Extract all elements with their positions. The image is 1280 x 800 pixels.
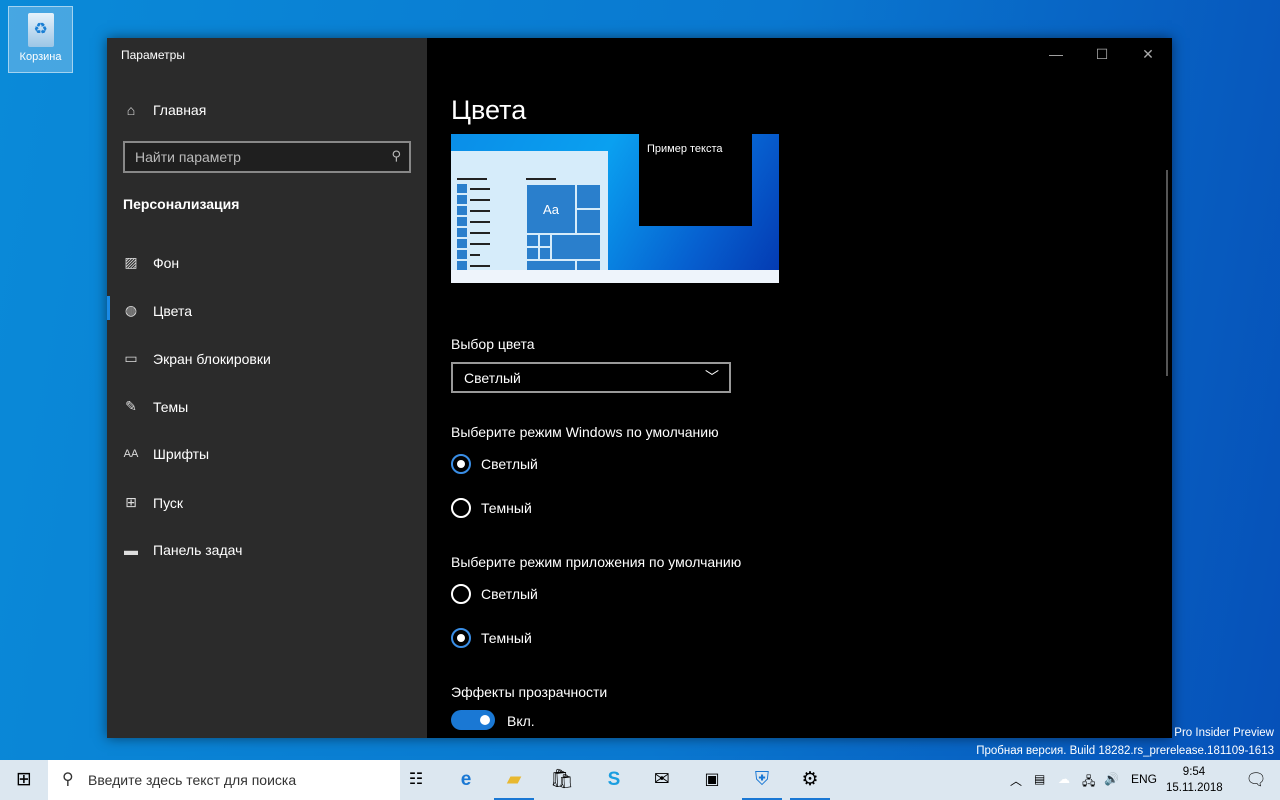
search-icon: ⚲ [62,771,74,788]
dropdown-value: Светлый [464,370,521,386]
volume-icon[interactable]: 🔊 [1104,772,1119,786]
theme-preview: Aa Пример текста [451,134,779,283]
action-center-icon[interactable]: 🗨 [1232,760,1280,800]
item-label: Экран блокировки [153,350,271,367]
sidebar-item-colors[interactable]: ◍ Цвета [123,302,192,319]
item-label: Шрифты [153,446,210,462]
sidebar-item-fonts[interactable]: AA Шрифты [123,446,209,462]
radio-label: Светлый [481,586,538,602]
watermark-edition: Pro Insider Preview [1174,727,1274,739]
search-placeholder: Найти параметр [135,149,241,165]
item-label: Пуск [153,494,184,511]
mail-icon[interactable]: ✉ [638,760,686,800]
home-label: Главная [153,102,207,118]
chevron-down-icon: ﹀ [705,369,719,385]
app-mode-light-radio[interactable]: Светлый [451,584,538,604]
page-title: Цвета [451,95,527,125]
selection-indicator [107,296,110,320]
store-icon[interactable]: 🛍 [538,760,586,800]
recycle-bin-label: Корзина [19,51,62,63]
radio-checked [451,628,471,648]
radio-unchecked [451,584,471,604]
toggle-state: Вкл. [507,713,535,729]
palette-icon: ◍ [124,302,138,318]
skype-icon[interactable]: S [590,760,638,800]
radio-unchecked [451,498,471,518]
sidebar: Параметры ⌂ Главная Найти параметр ⚲ Персо… [107,38,427,738]
settings-search-input[interactable]: Найти параметр ⚲ [123,141,411,173]
sidebar-item-themes[interactable]: ✎ Темы [123,398,188,415]
settings-gear-icon[interactable]: ⚙ [786,760,834,800]
windows-mode-dark-radio[interactable]: Темный [451,498,532,518]
battery-icon[interactable]: ▤ [1034,772,1045,786]
search-icon: ⚲ [391,148,401,163]
watermark-build: Пробная версия. Build 18282.rs_prereleas… [976,745,1274,757]
item-label: Фон [153,254,180,271]
clock[interactable]: 9:54 15.11.2018 [1166,764,1223,796]
item-label: Панель задач [153,542,243,558]
item-label: Цвета [153,302,192,319]
start-button[interactable]: ⊞ [0,760,48,800]
onedrive-icon[interactable]: ☁ [1058,772,1070,786]
taskbar-search[interactable]: ⚲ Введите здесь текст для поиска [48,760,400,800]
scrollbar[interactable] [1166,170,1168,376]
app-mode-dark-radio[interactable]: Темный [451,628,532,648]
time: 9:54 [1182,766,1206,778]
network-icon[interactable]: 🖧 [1082,772,1095,793]
recycle-bin-glyph: ♻ [27,13,54,47]
home-icon: ⌂ [126,102,136,118]
sidebar-item-taskbar[interactable]: ▬ Панель задач [123,542,242,558]
preview-taskbar [451,270,779,283]
date: 15.11.2018 [1166,782,1223,794]
recycle-bin-icon[interactable]: ♻ Корзина [8,6,73,73]
radio-label: Темный [481,500,532,516]
sidebar-home[interactable]: ⌂ Главная [123,102,207,118]
preview-start-menu: Aa [451,151,608,272]
radio-checked [451,454,471,474]
lock-screen-icon: ▭ [124,350,138,366]
settings-window: Параметры ⌂ Главная Найти параметр ⚲ Персо… [107,38,1172,738]
edge-icon[interactable]: e [442,760,490,800]
color-choice-dropdown[interactable]: Светлый ﹀ [451,362,731,393]
task-view-icon[interactable]: ☷ [392,760,440,800]
sidebar-item-background[interactable]: ▨ Фон [123,254,179,271]
search-placeholder: Введите здесь текст для поиска [88,772,297,788]
taskbar: ⊞ ⚲ Введите здесь текст для поиска ☷ e ▰ … [0,760,1280,800]
security-icon[interactable]: ⛨ [738,760,786,800]
photos-icon[interactable]: ▣ [688,760,736,800]
preview-tile: Aa [526,184,576,234]
themes-icon: ✎ [125,398,137,414]
app-mode-label: Выберите режим приложения по умолчанию [451,554,742,570]
transparency-label: Эффекты прозрачности [451,684,608,700]
radio-label: Светлый [481,456,538,472]
color-choice-label: Выбор цвета [451,336,535,352]
windows-mode-light-radio[interactable]: Светлый [451,454,538,474]
image-icon: ▨ [124,254,138,270]
sidebar-item-lock-screen[interactable]: ▭ Экран блокировки [123,350,271,367]
close-button[interactable]: ✕ [1125,38,1171,70]
minimize-button[interactable]: — [1033,38,1079,70]
language-indicator[interactable]: ENG [1131,772,1157,786]
item-label: Темы [153,398,189,415]
show-hidden-icons[interactable]: ︿ [1010,772,1022,789]
windows-mode-label: Выберите режим Windows по умолчанию [451,424,719,440]
maximize-button[interactable]: ☐ [1079,38,1125,70]
fonts-icon: AA [123,448,139,460]
start-icon: ⊞ [125,494,137,510]
preview-sample-text: Пример текста [639,134,752,226]
taskbar-icon: ▬ [124,542,138,558]
sidebar-item-start[interactable]: ⊞ Пуск [123,494,183,511]
section-heading: Персонализация [123,196,240,212]
transparency-toggle[interactable] [451,710,495,730]
file-explorer-icon[interactable]: ▰ [490,760,538,800]
window-title: Параметры [121,48,185,62]
radio-label: Темный [481,630,532,646]
